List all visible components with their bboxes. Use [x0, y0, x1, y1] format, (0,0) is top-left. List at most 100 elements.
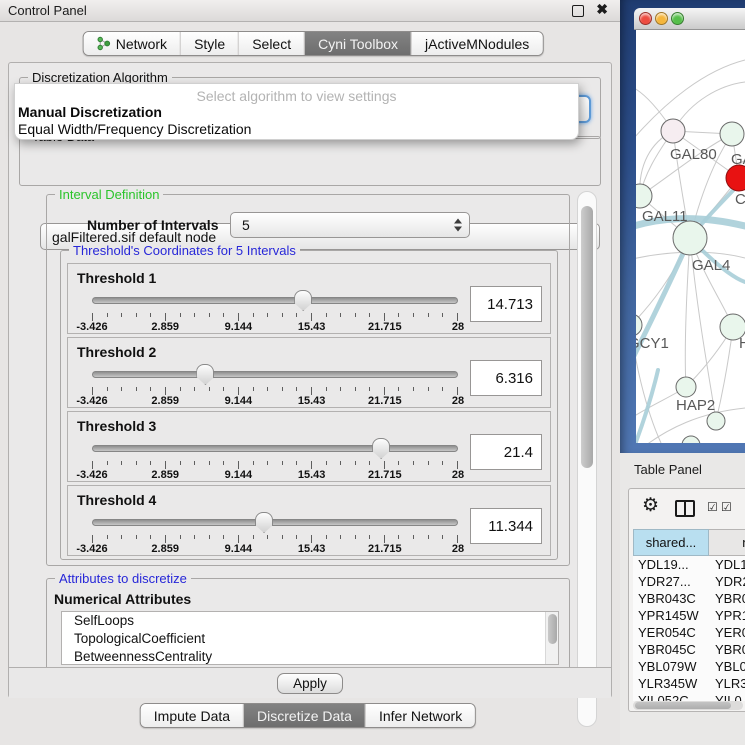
column-header-shared-name[interactable]: shared...: [633, 529, 709, 556]
network-view-canvas[interactable]: GAL80 GA C GAL11 GAL4 GCY1 H HAP2: [636, 30, 745, 443]
scale-tick-label: 21.715: [368, 395, 402, 407]
node-label-gal4: GAL4: [692, 257, 730, 274]
tick-mark: [121, 313, 122, 317]
list-item[interactable]: TopologicalCoefficient: [62, 630, 558, 648]
slider-thumb[interactable]: [294, 290, 312, 311]
network-node-partial-top-right[interactable]: [720, 122, 744, 146]
tick-mark: [223, 461, 224, 465]
table-row[interactable]: YER054C YER0: [633, 624, 745, 641]
slider-ticks: [92, 461, 458, 469]
tick-mark: [369, 313, 370, 317]
control-panel-tab-bar: NetworkStyleSelectCyni ToolboxjActiveMNo…: [83, 31, 544, 56]
tab-discretize-data[interactable]: Discretize Data: [243, 704, 365, 727]
table-row[interactable]: YBR043C YBR0: [633, 590, 745, 607]
tick-mark: [384, 535, 385, 543]
cell-name: YER0: [709, 625, 745, 640]
threshold-slider[interactable]: -3.4262.8599.14415.4321.71528: [92, 438, 458, 480]
gear-icon[interactable]: ⚙: [642, 496, 659, 515]
tick-mark: [296, 535, 297, 539]
slider-thumb[interactable]: [255, 512, 273, 533]
tick-mark: [296, 387, 297, 391]
network-node-gal4[interactable]: [673, 221, 707, 255]
table-row[interactable]: YLR345W YLR3: [633, 675, 745, 692]
table-row[interactable]: YBL079W YBL0: [633, 658, 745, 675]
slider-track[interactable]: [92, 445, 458, 452]
table-row[interactable]: YIL052C YIL0: [633, 692, 745, 701]
scrollbar-thumb[interactable]: [581, 206, 593, 468]
close-icon[interactable]: ✖: [596, 1, 608, 18]
apply-button[interactable]: Apply: [277, 673, 343, 694]
threshold-slider[interactable]: -3.4262.8599.14415.4321.71528: [92, 512, 458, 554]
network-node-bottom-partial[interactable]: [682, 436, 700, 443]
threshold-slider[interactable]: -3.4262.8599.14415.4321.71528: [92, 364, 458, 406]
tick-mark: [369, 535, 370, 539]
network-node-gal80[interactable]: [661, 119, 685, 143]
mac-zoom-button[interactable]: [671, 12, 684, 25]
tab-select[interactable]: Select: [238, 32, 304, 55]
slider-thumb[interactable]: [196, 364, 214, 385]
dropdown-option-manual-discretization[interactable]: Manual Discretization: [15, 104, 578, 121]
number-of-intervals-select[interactable]: 5: [230, 212, 470, 238]
tab-cyni-toolbox[interactable]: Cyni Toolbox: [304, 32, 411, 55]
threshold-slider[interactable]: -3.4262.8599.14415.4321.71528: [92, 290, 458, 332]
table-horizontal-scrollbar[interactable]: [633, 701, 743, 710]
tick-mark: [442, 387, 443, 391]
tick-mark: [282, 461, 283, 465]
mac-close-button[interactable]: [639, 12, 652, 25]
table-row[interactable]: YPR145W YPR1: [633, 607, 745, 624]
tab-jactivemnodules[interactable]: jActiveMNodules: [411, 32, 542, 55]
tick-mark: [442, 461, 443, 465]
checkbox-icon[interactable]: ☑: [721, 501, 732, 513]
float-window-icon[interactable]: [572, 5, 584, 17]
threshold-value-field[interactable]: 6.316: [470, 360, 542, 396]
tab-infer-network[interactable]: Infer Network: [365, 704, 475, 727]
scrollbar-thumb[interactable]: [635, 702, 731, 709]
network-node-hap2[interactable]: [676, 377, 696, 397]
network-node-selected-red[interactable]: [726, 165, 745, 191]
tab-network[interactable]: Network: [84, 32, 180, 55]
list-item[interactable]: BetweennessCentrality: [62, 648, 558, 665]
tick-mark: [121, 461, 122, 465]
scrollbar-thumb[interactable]: [548, 614, 557, 644]
scale-tick-label: 28: [452, 395, 464, 407]
slider-track[interactable]: [92, 371, 458, 378]
threshold-value-field[interactable]: 14.713: [470, 286, 542, 322]
threshold-value-field[interactable]: 21.4: [470, 434, 542, 470]
table-row[interactable]: YBR045C YBR0: [633, 641, 745, 658]
scale-tick-label: 9.144: [225, 469, 253, 481]
tick-mark: [355, 535, 356, 539]
table-panel-card: ⚙ ☑ ☑ shared... name YDL19... YDL1 YDR27…: [628, 488, 745, 712]
tick-mark: [136, 461, 137, 465]
checkbox-icon[interactable]: ☑: [707, 501, 718, 513]
tab-impute-data[interactable]: Impute Data: [141, 704, 243, 727]
node-label-gcy1: GCY1: [636, 335, 669, 352]
mac-minimize-button[interactable]: [655, 12, 668, 25]
tick-mark: [107, 461, 108, 465]
threshold-list: Threshold 1 -3.4262.8599.14415.4321.7152…: [67, 263, 551, 556]
panel-footer: Apply: [9, 667, 611, 698]
panel-vertical-scrollbar[interactable]: [577, 191, 597, 727]
tick-mark: [296, 313, 297, 317]
dropdown-option-equal-width-frequency[interactable]: Equal Width/Frequency Discretization: [15, 121, 578, 138]
slider-track[interactable]: [92, 519, 458, 526]
threshold-value-field[interactable]: 11.344: [470, 508, 542, 544]
control-panel-titlebar[interactable]: Control Panel ✖: [0, 0, 620, 22]
column-header-name[interactable]: name: [709, 529, 745, 556]
tick-mark: [223, 313, 224, 317]
slider-thumb[interactable]: [372, 438, 390, 459]
tick-mark: [253, 313, 254, 317]
dropdown-placeholder-option[interactable]: Select algorithm to view settings: [15, 84, 578, 104]
network-icon: [97, 36, 111, 51]
table-row[interactable]: YDR27... YDR2: [633, 573, 745, 590]
numerical-attributes-list[interactable]: SelfLoopsTopologicalCoefficientBetweenne…: [61, 611, 559, 665]
attributes-list-scrollbar[interactable]: [545, 612, 558, 664]
tick-mark: [194, 313, 195, 317]
network-window-titlebar[interactable]: [634, 8, 745, 30]
list-item[interactable]: SelfLoops: [62, 612, 558, 630]
slider-track[interactable]: [92, 297, 458, 304]
tab-style[interactable]: Style: [180, 32, 238, 55]
network-node-gcy1[interactable]: [636, 314, 642, 336]
split-columns-icon[interactable]: [675, 500, 695, 517]
table-row[interactable]: YDL19... YDL1: [633, 556, 745, 573]
network-node-bottom[interactable]: [707, 412, 725, 430]
